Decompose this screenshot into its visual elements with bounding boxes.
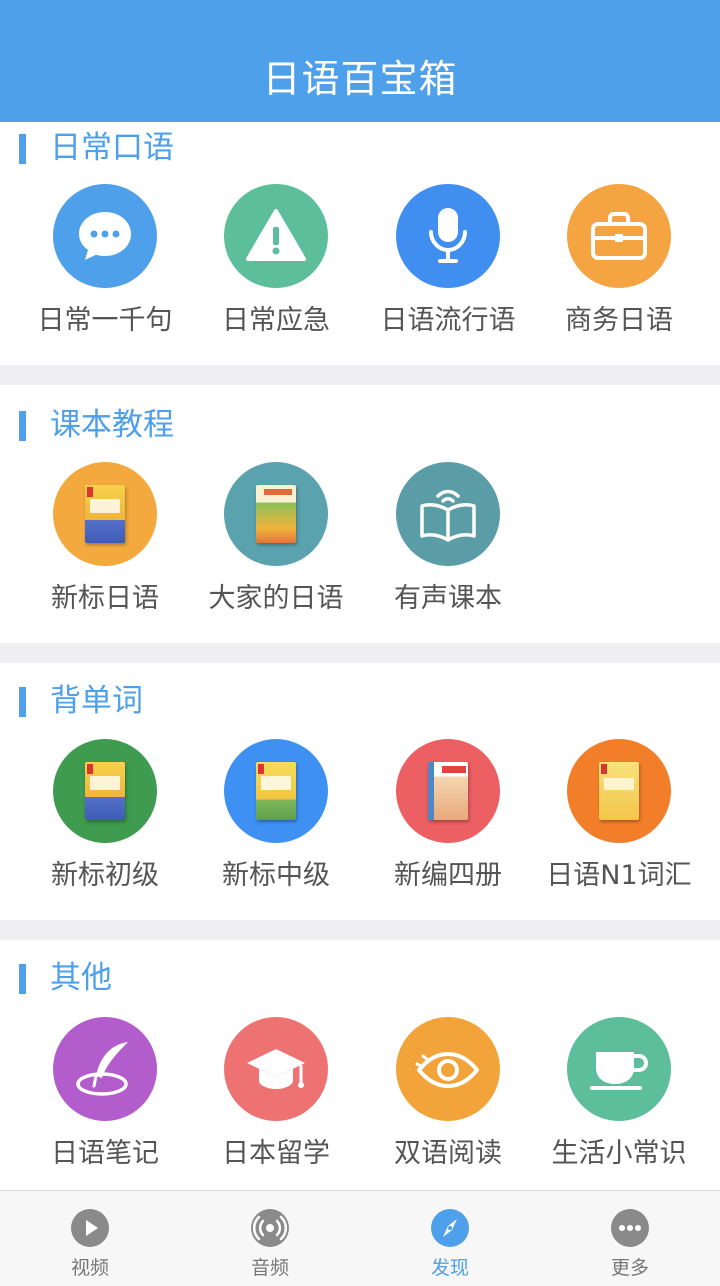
bottom-tab-bar: 视频 音频 发现 更多 [0,1190,720,1286]
section-daily-conversation: 日常口语 日常一千句 日常应急 日语流行语 商务日语 [0,122,720,365]
section-accent-bar [19,411,26,441]
item-label: 双语阅读 [394,1138,502,1169]
textbook-cover-icon [396,739,500,843]
item-bilingual-reading[interactable]: 双语阅读 [362,1017,534,1187]
tab-label: 更多 [610,1257,649,1279]
item-study-in-japan[interactable]: 日本留学 [190,1017,362,1187]
compass-icon [431,1209,469,1247]
tab-audio[interactable]: 音频 [180,1191,360,1286]
play-icon [71,1209,109,1247]
feather-pen-icon [53,1017,157,1121]
item-label: 新编四册 [394,860,502,891]
warning-icon [224,184,328,288]
section-accent-bar [19,134,26,164]
section-header: 日常口语 [19,126,419,172]
page-title: 日语百宝箱 [262,57,458,101]
textbook-cover-icon [53,462,157,566]
briefcase-icon [567,184,671,288]
section-title: 日常口语 [50,130,174,166]
item-label: 有声课本 [394,583,502,614]
more-dots-icon [611,1209,649,1247]
item-minna-no-nihongo[interactable]: 大家的日语 [190,462,362,632]
section-accent-bar [19,964,26,994]
chat-bubble-icon [53,184,157,288]
graduation-cap-icon [224,1017,328,1121]
section-textbooks: 课本教程 新标日语 大家的日语 有声课本 [0,385,720,643]
section-title: 课本教程 [50,407,174,443]
item-label: 新标中级 [222,860,330,891]
section-header: 其他 [19,956,419,1002]
item-label: 生活小常识 [551,1138,687,1169]
item-vocab-n1[interactable]: 日语N1词汇 [533,739,705,909]
item-life-tips[interactable]: 生活小常识 [533,1017,705,1187]
item-daily-emergency[interactable]: 日常应急 [190,184,362,354]
textbook-cover-icon [224,462,328,566]
item-vocab-intermediate[interactable]: 新标中级 [190,739,362,909]
section-divider [0,643,720,663]
section-other: 其他 日语笔记 日本留学 双语阅读 生活小常识 [0,940,720,1190]
item-vocab-new-edition-4[interactable]: 新编四册 [362,739,534,909]
item-label: 日常应急 [222,305,330,336]
item-audio-textbook[interactable]: 有声课本 [362,462,534,632]
tab-video[interactable]: 视频 [0,1191,180,1286]
item-label: 新标日语 [51,583,159,614]
item-japanese-notes[interactable]: 日语笔记 [19,1017,191,1187]
section-title: 其他 [50,960,112,996]
item-label: 日常一千句 [37,305,173,336]
item-label: 日语笔记 [51,1138,159,1169]
item-new-standard-japanese[interactable]: 新标日语 [19,462,191,632]
item-vocab-beginner[interactable]: 新标初级 [19,739,191,909]
item-label: 商务日语 [565,305,673,336]
textbook-cover-icon [224,739,328,843]
eye-icon [396,1017,500,1121]
tab-label: 音频 [250,1257,289,1279]
item-label: 日本留学 [222,1138,330,1169]
item-business-japanese[interactable]: 商务日语 [533,184,705,354]
item-trending-phrases[interactable]: 日语流行语 [362,184,534,354]
section-header: 背单词 [19,679,419,725]
section-divider [0,365,720,385]
audio-book-icon [396,462,500,566]
app-header: 日语百宝箱 [0,0,720,122]
section-divider [0,920,720,940]
broadcast-icon [251,1209,289,1247]
tab-discover[interactable]: 发现 [360,1191,540,1286]
tab-more[interactable]: 更多 [540,1191,720,1286]
item-label: 新标初级 [51,860,159,891]
item-label: 大家的日语 [208,583,344,614]
section-vocabulary: 背单词 新标初级 新标中级 新编四册 日语N1词汇 [0,663,720,920]
microphone-icon [396,184,500,288]
textbook-cover-icon [53,739,157,843]
item-label: 日语流行语 [380,305,516,336]
section-title: 背单词 [50,683,143,719]
textbook-cover-icon [567,739,671,843]
item-daily-1000[interactable]: 日常一千句 [19,184,191,354]
section-header: 课本教程 [19,403,419,449]
tab-label: 视频 [70,1257,109,1279]
section-accent-bar [19,687,26,717]
item-label: 日语N1词汇 [546,860,692,891]
tab-label: 发现 [430,1257,469,1279]
coffee-cup-icon [567,1017,671,1121]
